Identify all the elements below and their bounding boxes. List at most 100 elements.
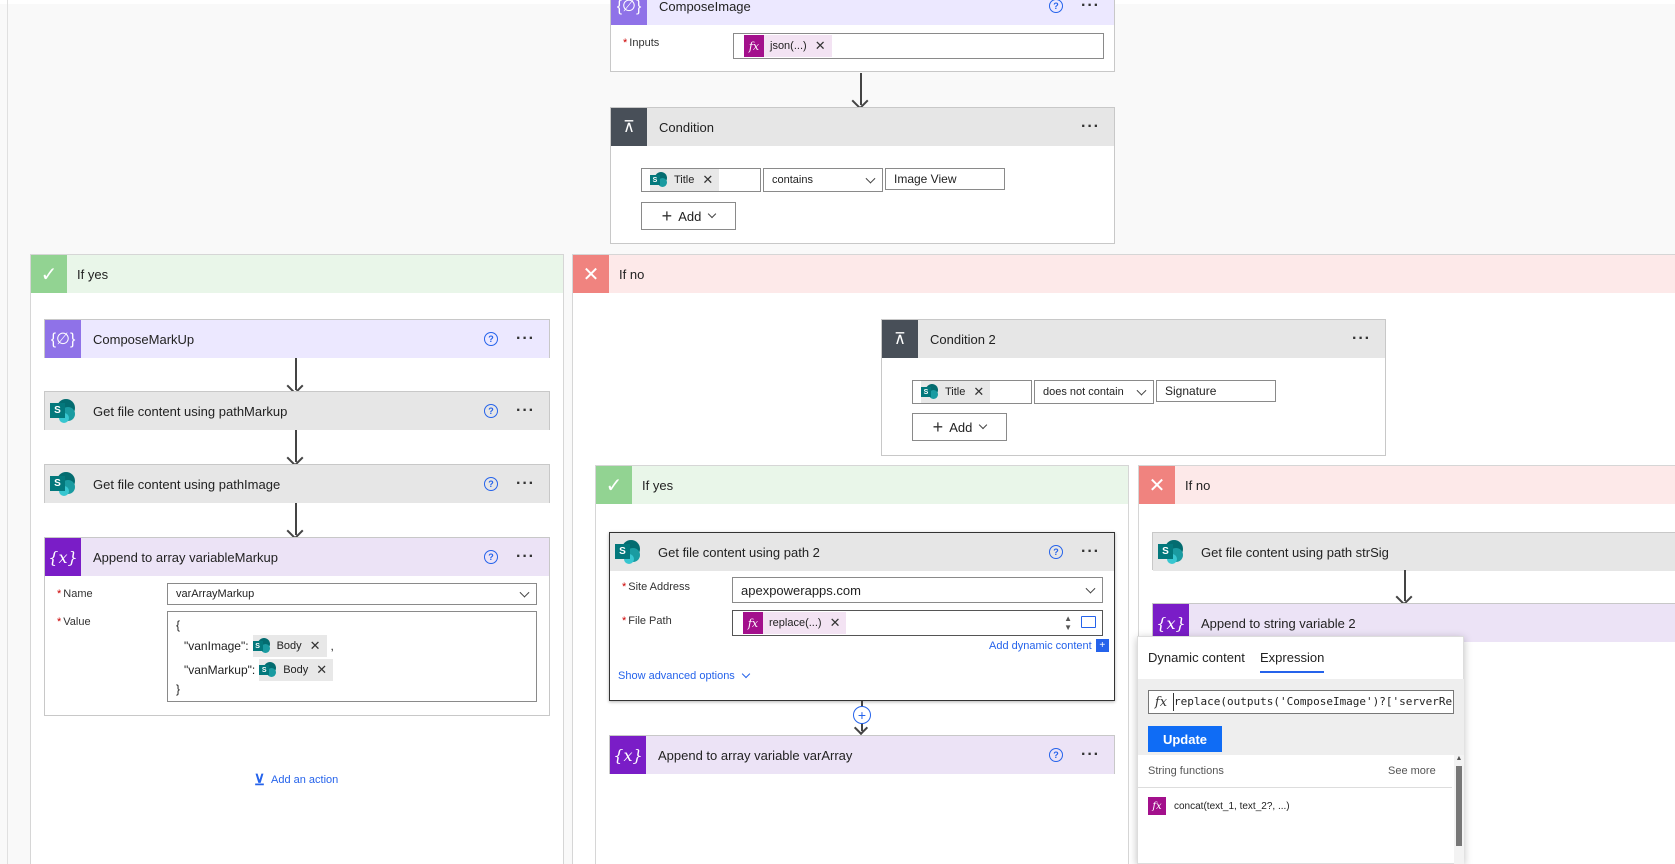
- tab-dynamic-content[interactable]: Dynamic content: [1148, 650, 1245, 665]
- card-title: ComposeImage: [659, 0, 751, 14]
- fx-icon: fx: [1148, 797, 1166, 815]
- expression-token[interactable]: fx replace(...) ✕: [743, 612, 847, 634]
- folder-icon[interactable]: [1081, 616, 1096, 628]
- more-options-icon[interactable]: ···: [516, 331, 535, 347]
- more-options-icon[interactable]: ···: [1081, 544, 1100, 560]
- get-file-markup-card[interactable]: S Get file content using pathMarkup ? ··…: [44, 391, 550, 430]
- more-options-icon[interactable]: ···: [516, 549, 535, 565]
- condition2-header[interactable]: ⊼ Condition 2 ···: [882, 320, 1385, 358]
- expression-input-row[interactable]: fx replace(outputs('ComposeImage')?['ser…: [1148, 690, 1454, 714]
- spinner-icon[interactable]: ▲ ▼: [1064, 614, 1072, 632]
- get-file-markup-header[interactable]: S Get file content using pathMarkup ? ··…: [45, 392, 549, 430]
- more-options-icon[interactable]: ···: [516, 476, 535, 492]
- condition2-left-operand[interactable]: S Title ✕: [912, 380, 1032, 404]
- json-line: }: [176, 682, 181, 696]
- remove-token-icon[interactable]: ✕: [815, 38, 826, 54]
- title-token[interactable]: S Title ✕: [921, 381, 991, 403]
- see-more-link[interactable]: See more: [1388, 765, 1436, 777]
- popup-scrollbar[interactable]: ▲: [1454, 755, 1464, 864]
- condition2-operator-select[interactable]: does not contain: [1034, 380, 1154, 404]
- compose-image-header[interactable]: {∅} ComposeImage ? ···: [611, 0, 1114, 25]
- compose-markup-card[interactable]: {∅} ComposeMarkUp ? ···: [44, 319, 550, 358]
- show-advanced-options[interactable]: Show advanced options: [618, 669, 751, 682]
- nested-if-no-header[interactable]: ✕ If no: [1139, 466, 1675, 504]
- condition-header[interactable]: ⊼ Condition ···: [611, 108, 1114, 146]
- fx-icon: fx: [1154, 694, 1168, 710]
- tab-expression[interactable]: Expression: [1260, 650, 1325, 673]
- help-icon[interactable]: ?: [484, 477, 499, 491]
- get-file-strsig-header[interactable]: S Get file content using path strSig: [1153, 533, 1675, 571]
- inputs-field[interactable]: fx json(...) ✕: [733, 33, 1104, 59]
- remove-token-icon[interactable]: ✕: [973, 384, 984, 400]
- more-options-icon[interactable]: ···: [1081, 119, 1100, 135]
- card-title: Get file content using path 2: [658, 544, 820, 560]
- condition-card[interactable]: ⊼ Condition ··· S Title ✕ contains Image V…: [610, 107, 1115, 244]
- site-address-label: * Site Address: [622, 581, 691, 593]
- condition-icon: ⊼: [611, 108, 647, 146]
- compose-markup-header[interactable]: {∅} ComposeMarkUp ? ···: [45, 320, 549, 358]
- plus-icon: +: [932, 417, 944, 437]
- help-icon[interactable]: ?: [484, 404, 499, 418]
- body-token[interactable]: S Body ✕: [252, 635, 327, 657]
- sharepoint-icon: S: [259, 661, 277, 679]
- site-address-select[interactable]: apexpowerapps.com: [732, 577, 1103, 603]
- append-vararray-header[interactable]: {x} Append to array variable varArray ? …: [610, 736, 1114, 774]
- add-dynamic-content-link[interactable]: Add dynamic content +: [989, 639, 1109, 652]
- value-editor[interactable]: { "vanImage": S Body ✕ , "vanMarkup": S Bod…: [167, 611, 537, 702]
- chevron-down-icon: [708, 209, 717, 219]
- append-markup-card[interactable]: {x} Append to array variableMarkup ? ···…: [44, 537, 550, 716]
- remove-token-icon[interactable]: ✕: [310, 638, 321, 654]
- body-token[interactable]: S Body ✕: [259, 659, 334, 681]
- if-yes-header[interactable]: ✓ If yes: [31, 255, 563, 293]
- connector-arrow: [295, 430, 297, 462]
- check-icon: ✓: [596, 466, 632, 504]
- if-no-header[interactable]: ✕ If no: [573, 255, 1675, 293]
- more-options-icon[interactable]: ···: [516, 403, 535, 419]
- condition2-value-input[interactable]: Signature: [1156, 380, 1276, 402]
- add-condition-button[interactable]: + Add: [912, 413, 1007, 441]
- help-icon[interactable]: ?: [1049, 0, 1064, 13]
- nested-if-yes-header[interactable]: ✓ If yes: [596, 466, 1128, 504]
- sharepoint-icon: S: [921, 383, 939, 401]
- card-title: Append to string variable 2: [1201, 615, 1356, 631]
- condition2-card[interactable]: ⊼ Condition 2 ··· S Title ✕ does not conta…: [881, 319, 1386, 456]
- plus-icon: +: [661, 206, 673, 226]
- file-path-input[interactable]: fx replace(...) ✕ ▲ ▼: [732, 610, 1103, 636]
- close-icon: ✕: [573, 255, 609, 293]
- name-select[interactable]: varArrayMarkup: [167, 583, 537, 605]
- get-file-strsig-card[interactable]: S Get file content using path strSig: [1152, 532, 1675, 571]
- help-icon[interactable]: ?: [484, 550, 499, 564]
- card-title: Append to array variable varArray: [658, 747, 853, 763]
- remove-token-icon[interactable]: ✕: [702, 172, 713, 188]
- left-border: [7, 0, 8, 864]
- help-icon[interactable]: ?: [1049, 748, 1064, 762]
- remove-token-icon[interactable]: ✕: [830, 615, 841, 631]
- function-item-concat[interactable]: fx concat(text_1, text_2?, ...): [1148, 797, 1290, 815]
- condition-operator-select[interactable]: contains: [763, 168, 883, 192]
- get-file-image-card[interactable]: S Get file content using pathImage ? ···: [44, 464, 550, 503]
- connector-arrow: [860, 73, 862, 105]
- scroll-thumb[interactable]: [1456, 766, 1462, 846]
- more-options-icon[interactable]: ···: [1352, 331, 1371, 347]
- condition-value-input[interactable]: Image View: [885, 168, 1005, 190]
- append-vararray-card[interactable]: {x} Append to array variable varArray ? …: [609, 735, 1115, 774]
- json-line: {: [176, 618, 181, 632]
- condition-left-operand[interactable]: S Title ✕: [641, 168, 761, 192]
- title-token[interactable]: S Title ✕: [650, 169, 720, 191]
- help-icon[interactable]: ?: [484, 332, 499, 346]
- scroll-up-icon[interactable]: ▲: [1454, 755, 1464, 762]
- get-file-path2-header[interactable]: S Get file content using path 2 ? ···: [610, 533, 1114, 571]
- expression-input[interactable]: replace(outputs('ComposeImage')?['server…: [1173, 693, 1453, 711]
- remove-token-icon[interactable]: ✕: [316, 662, 327, 678]
- get-file-path2-card[interactable]: S Get file content using path 2 ? ··· * S…: [609, 532, 1115, 701]
- update-button[interactable]: Update: [1148, 726, 1222, 752]
- expression-token[interactable]: fx json(...) ✕: [744, 35, 832, 57]
- append-markup-header[interactable]: {x} Append to array variableMarkup ? ···: [45, 538, 549, 576]
- help-icon[interactable]: ?: [1049, 545, 1064, 559]
- compose-image-card[interactable]: {∅} ComposeImage ? ··· * Inputs fx json(..…: [610, 0, 1115, 72]
- get-file-image-header[interactable]: S Get file content using pathImage ? ···: [45, 465, 549, 503]
- add-condition-button[interactable]: + Add: [641, 202, 736, 230]
- more-options-icon[interactable]: ···: [1081, 0, 1100, 14]
- more-options-icon[interactable]: ···: [1081, 747, 1100, 763]
- add-action-button[interactable]: ⊻ Add an action: [254, 771, 338, 789]
